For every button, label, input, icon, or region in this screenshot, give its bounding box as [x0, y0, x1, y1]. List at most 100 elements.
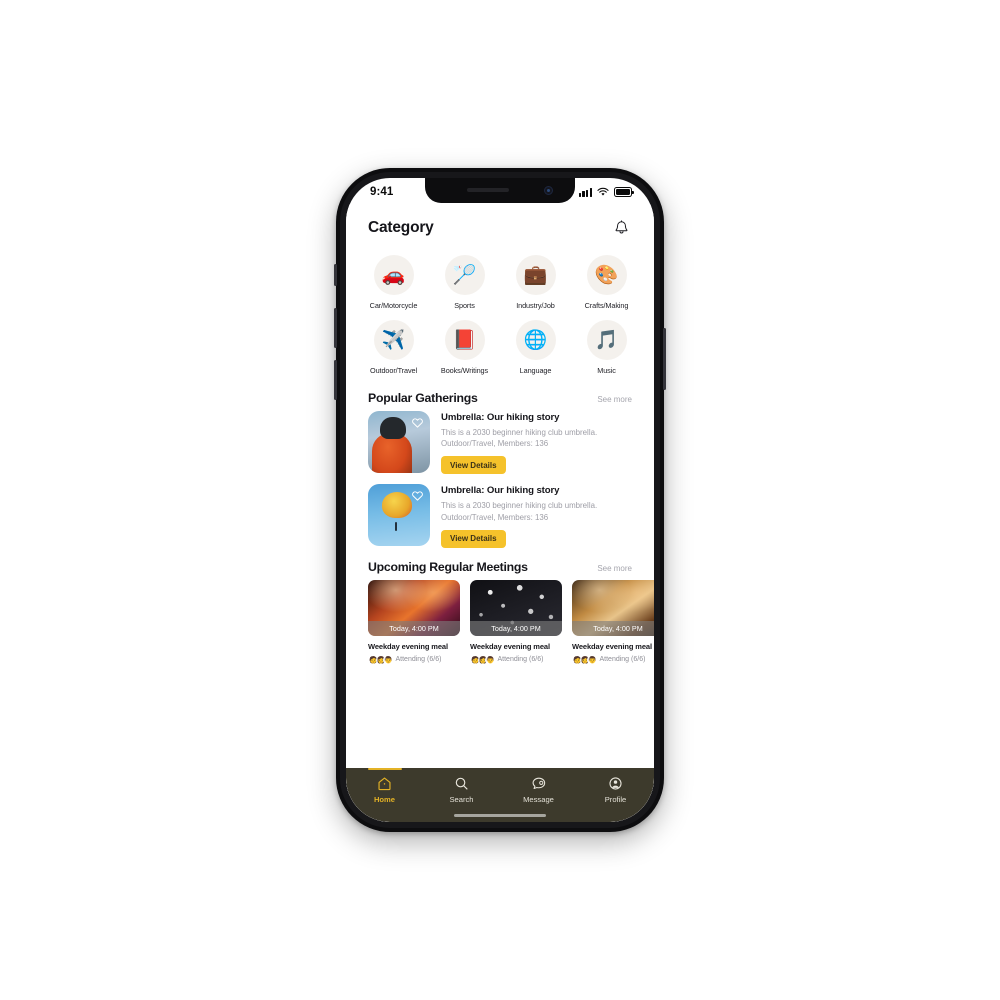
meeting-card[interactable]: Today, 4:00 PM Weekday evening meal 🧑 👩 …	[368, 579, 460, 665]
tab-profile[interactable]: Profile	[577, 775, 654, 804]
gathering-body: Umbrella: Our hiking story This is a 203…	[441, 411, 632, 475]
meeting-name: Weekday evening meal	[368, 641, 448, 651]
popular-gatherings-header: Popular Gatherings See more	[346, 379, 654, 411]
notification-bell-button[interactable]	[610, 217, 632, 239]
gathering-card[interactable]: Umbrella: Our hiking story This is a 203…	[368, 411, 632, 475]
tab-label: Search	[449, 795, 474, 804]
tab-search[interactable]: Search	[423, 775, 500, 804]
status-bar-icons	[578, 187, 634, 197]
category-item-books-writings[interactable]: 📕 Books/Writings	[429, 320, 500, 375]
upcoming-meetings-header: Upcoming Regular Meetings See more	[346, 548, 654, 580]
device-notch	[425, 178, 575, 203]
meeting-time-overlay: Today, 4:00 PM	[368, 620, 460, 636]
message-icon	[531, 775, 547, 791]
heart-outline-icon[interactable]	[411, 489, 424, 502]
palette-icon: 🎨	[586, 255, 627, 295]
car-icon: 🚗	[373, 255, 414, 295]
tab-home[interactable]: Home	[346, 768, 423, 804]
gathering-title: Umbrella: Our hiking story	[441, 485, 560, 497]
attendee-avatars: 🧑 👩 👨	[572, 654, 597, 665]
view-details-button[interactable]: View Details	[441, 456, 506, 475]
cellular-signal-icon	[578, 187, 592, 197]
gathering-card[interactable]: Umbrella: Our hiking story This is a 203…	[368, 484, 632, 548]
upcoming-see-more-link[interactable]: See more	[597, 564, 632, 573]
status-bar-time: 9:41	[370, 186, 394, 198]
gathering-body: Umbrella: Our hiking story This is a 203…	[441, 484, 632, 548]
category-label: Language	[519, 366, 552, 375]
gathering-desc-line2: Outdoor/Travel, Members: 136	[441, 439, 549, 449]
meeting-time-overlay: Today, 4:00 PM	[572, 620, 654, 636]
attending-count: Attending (6/6)	[395, 656, 442, 664]
category-item-music[interactable]: 🎵 Music	[571, 320, 642, 375]
meeting-card[interactable]: Today, 4:00 PM Weekday evening meal 🧑 👩 …	[470, 579, 562, 665]
category-label: Outdoor/Travel	[370, 366, 417, 375]
popular-see-more-link[interactable]: See more	[597, 395, 632, 404]
music-note-icon: 🎵	[586, 320, 627, 360]
category-item-industry-job[interactable]: 💼 Industry/Job	[500, 255, 571, 310]
attending-count: Attending (6/6)	[497, 656, 544, 664]
gathering-thumbnail	[368, 484, 430, 547]
section-title: Popular Gatherings	[368, 391, 478, 405]
section-title: Upcoming Regular Meetings	[368, 559, 528, 574]
meeting-thumbnail: Today, 4:00 PM	[368, 579, 460, 636]
power-button[interactable]	[663, 328, 666, 390]
page-title: Category	[368, 219, 434, 236]
home-indicator[interactable]	[454, 813, 546, 817]
app-content-scroll[interactable]: Category 🚗 Car/Motorcycle 🏸 Sports 💼 Ind…	[346, 204, 654, 822]
sports-icon: 🏸	[444, 255, 485, 295]
upcoming-meetings-carousel[interactable]: Today, 4:00 PM Weekday evening meal 🧑 👩 …	[346, 579, 654, 665]
wifi-icon	[597, 187, 609, 196]
category-label: Music	[597, 366, 616, 375]
meeting-thumbnail: Today, 4:00 PM	[572, 579, 654, 636]
gathering-desc-line1: This is a 2030 beginner hiking club umbr…	[441, 501, 598, 511]
avatar: 👨	[383, 654, 393, 665]
search-icon	[454, 775, 470, 791]
briefcase-icon: 💼	[515, 255, 556, 295]
avatar: 👨	[485, 654, 495, 665]
volume-down-button[interactable]	[334, 360, 337, 400]
front-camera-icon	[544, 186, 553, 195]
popular-gatherings-list: Umbrella: Our hiking story This is a 203…	[346, 411, 654, 548]
phone-device-frame: 9:41 Category 🚗 Car/Motorcycle 🏸 Sports …	[334, 168, 666, 832]
category-label: Car/Motorcycle	[369, 301, 418, 310]
attendee-avatars: 🧑 👩 👨	[368, 654, 393, 665]
category-label: Crafts/Making	[584, 301, 629, 310]
category-label: Industry/Job	[516, 301, 555, 310]
attendee-avatars: 🧑 👩 👨	[470, 654, 495, 665]
meeting-thumbnail: Today, 4:00 PM	[470, 579, 562, 636]
attending-count: Attending (6/6)	[599, 656, 646, 664]
category-item-car-motorcycle[interactable]: 🚗 Car/Motorcycle	[358, 255, 429, 310]
meeting-footer: 🧑 👩 👨 Attending (6/6)	[470, 654, 562, 665]
home-icon	[377, 775, 393, 791]
category-label: Books/Writings	[440, 366, 489, 375]
tab-message[interactable]: Message	[500, 775, 577, 804]
meeting-card[interactable]: Today, 4:00 PM Weekday evening meal 🧑 👩 …	[572, 579, 654, 665]
translate-icon: 🌐	[515, 320, 556, 360]
meeting-name: Weekday evening meal	[470, 641, 550, 651]
gathering-desc-line1: This is a 2030 beginner hiking club umbr…	[441, 428, 598, 437]
battery-icon	[614, 187, 634, 197]
screenshot-canvas: 9:41 Category 🚗 Car/Motorcycle 🏸 Sports …	[0, 0, 1000, 1000]
earpiece-speaker	[467, 188, 509, 192]
category-item-outdoor-travel[interactable]: ✈️ Outdoor/Travel	[358, 320, 429, 375]
book-icon: 📕	[444, 320, 485, 360]
view-details-button[interactable]: View Details	[441, 529, 506, 548]
volume-up-button[interactable]	[334, 308, 337, 348]
category-item-crafts-making[interactable]: 🎨 Crafts/Making	[571, 255, 642, 310]
silent-switch-button[interactable]	[334, 264, 337, 286]
tab-label: Profile	[604, 795, 627, 804]
meeting-footer: 🧑 👩 👨 Attending (6/6)	[572, 654, 654, 665]
airplane-icon: ✈️	[373, 320, 414, 360]
category-label: Sports	[454, 301, 475, 310]
tab-label: Message	[523, 795, 554, 804]
phone-screen: 9:41 Category 🚗 Car/Motorcycle 🏸 Sports …	[346, 178, 654, 822]
meeting-footer: 🧑 👩 👨 Attending (6/6)	[368, 654, 460, 665]
category-item-sports[interactable]: 🏸 Sports	[429, 255, 500, 310]
tab-label: Home	[373, 795, 396, 804]
notification-bell-icon	[615, 220, 627, 234]
gathering-thumbnail	[368, 411, 430, 473]
category-grid: 🚗 Car/Motorcycle 🏸 Sports 💼 Industry/Job…	[346, 247, 654, 379]
category-item-language[interactable]: 🌐 Language	[500, 320, 571, 375]
heart-outline-icon[interactable]	[411, 416, 424, 429]
gathering-title: Umbrella: Our hiking story	[441, 412, 560, 423]
